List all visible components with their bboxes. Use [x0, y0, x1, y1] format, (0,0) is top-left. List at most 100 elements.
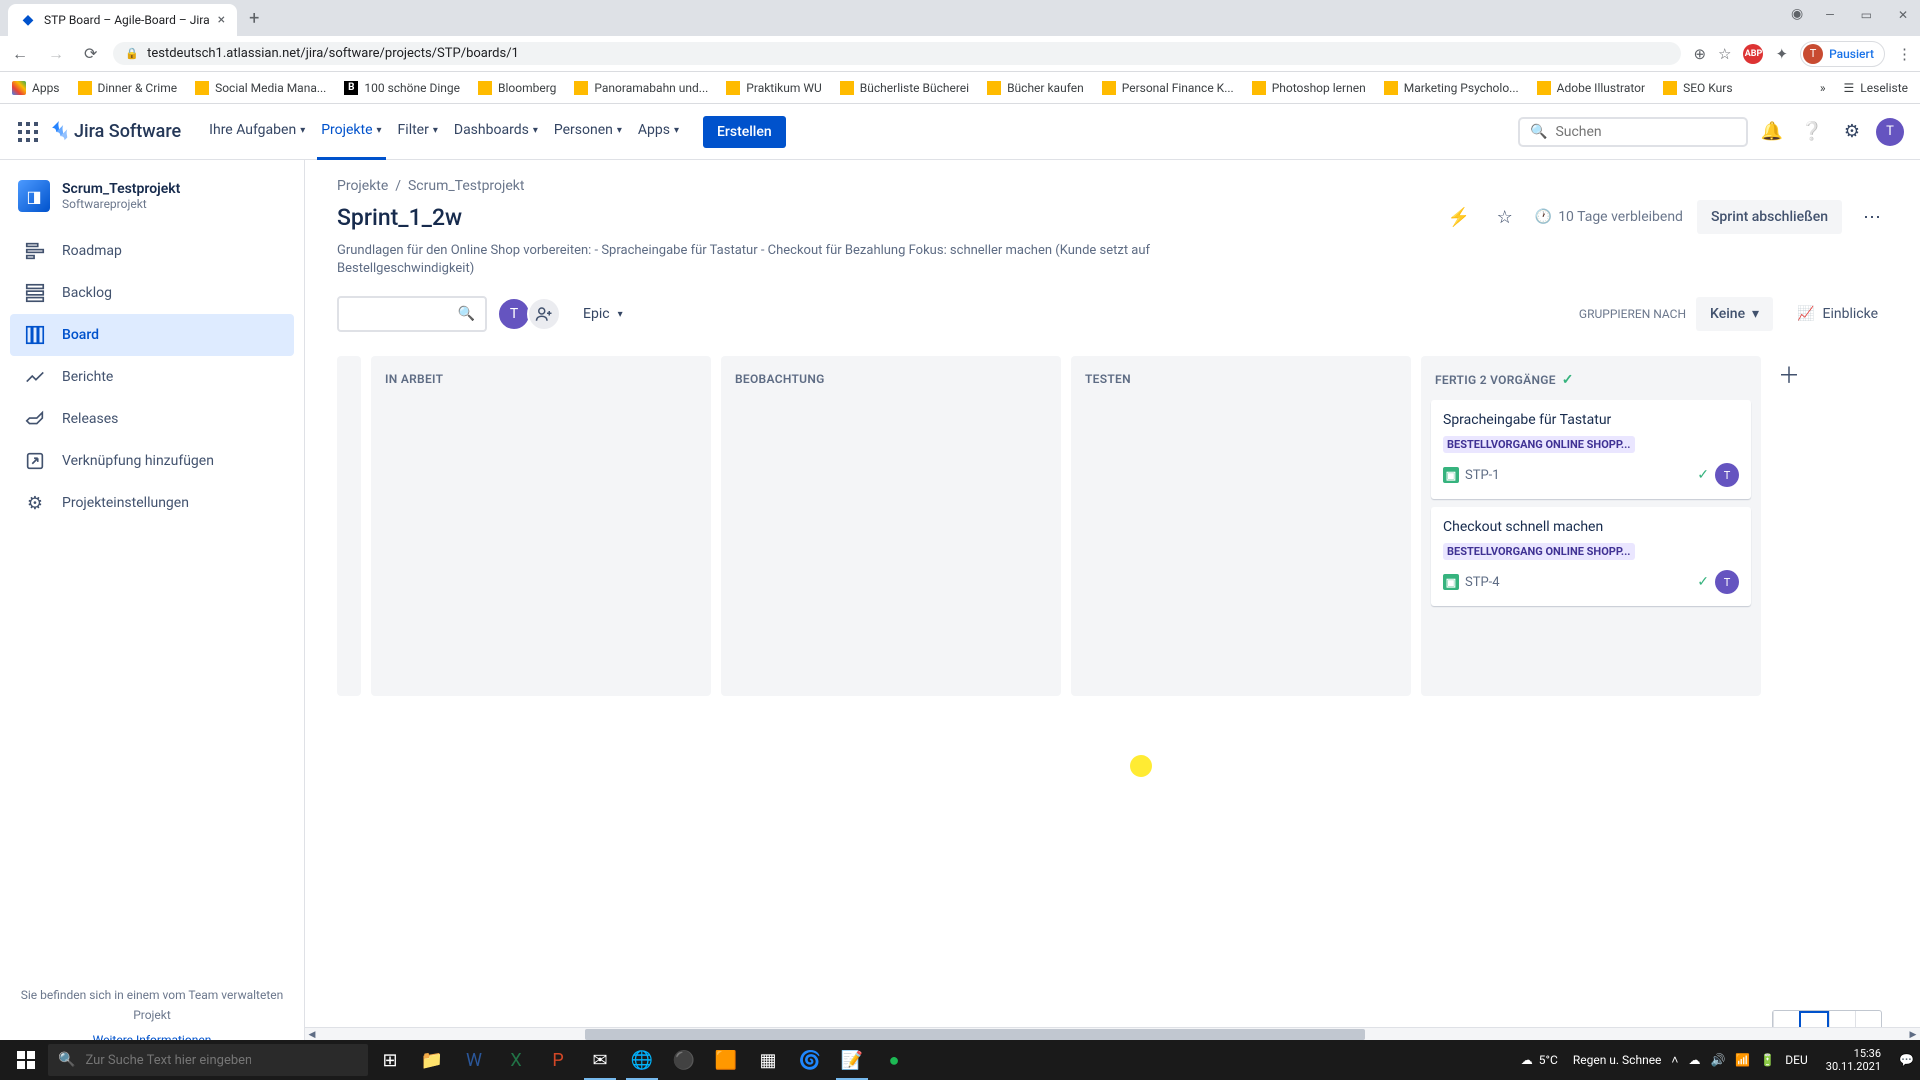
bookmark[interactable]: Social Media Mana... [195, 81, 326, 95]
apps-bookmark[interactable]: Apps [12, 81, 60, 95]
bookmark[interactable]: Bloomberg [478, 81, 556, 95]
help-icon[interactable]: ❔ [1796, 116, 1828, 148]
breadcrumb-project[interactable]: Scrum_Testprojekt [408, 178, 525, 194]
bookmark[interactable]: SEO Kurs [1663, 81, 1732, 95]
bookmark[interactable]: Personal Finance K... [1102, 81, 1234, 95]
bookmark[interactable]: Panoramabahn und... [574, 81, 708, 95]
board-column-beobachtung[interactable]: BEOBACHTUNG [721, 356, 1061, 696]
window-maximize-icon[interactable]: ▭ [1857, 6, 1876, 24]
app-icon[interactable]: ▦ [748, 1040, 788, 1080]
automation-icon[interactable]: ⚡ [1443, 201, 1475, 233]
edge-icon[interactable]: 🌀 [790, 1040, 830, 1080]
spotify-icon[interactable]: ● [874, 1040, 914, 1080]
windows-search[interactable]: 🔍 [48, 1044, 368, 1076]
star-icon[interactable]: ☆ [1718, 45, 1731, 63]
clock[interactable]: 15:36 30.11.2021 [1818, 1047, 1889, 1073]
bookmark[interactable]: Dinner & Crime [78, 81, 178, 95]
app-icon[interactable]: 🟧 [706, 1040, 746, 1080]
add-column-button[interactable]: ＋ [1771, 356, 1807, 392]
board-column-testen[interactable]: TESTEN [1071, 356, 1411, 696]
nav-your-work[interactable]: Ihre Aufgaben▾ [205, 104, 309, 160]
window-minimize-icon[interactable]: — [1821, 6, 1838, 24]
obs-icon[interactable]: ⚫ [664, 1040, 704, 1080]
bookmarks-overflow[interactable]: » [1820, 81, 1826, 95]
address-bar[interactable]: 🔒 testdeutsch1.atlassian.net/jira/softwa… [113, 42, 1681, 65]
weather-widget[interactable]: ☁5°C Regen u. Schnee [1521, 1053, 1662, 1067]
insights-button[interactable]: 📈Einblicke [1787, 300, 1888, 328]
sidebar-item-releases[interactable]: Releases [10, 398, 294, 440]
notifications-icon[interactable]: 🔔 [1756, 116, 1788, 148]
bookmark[interactable]: Photoshop lernen [1252, 81, 1366, 95]
complete-sprint-button[interactable]: Sprint abschließen [1697, 200, 1842, 234]
bookmark[interactable]: Marketing Psycholo... [1384, 81, 1519, 95]
assignee-avatar[interactable]: T [1715, 463, 1739, 487]
epic-filter[interactable]: Epic▾ [583, 306, 623, 322]
user-avatar[interactable]: T [1876, 118, 1904, 146]
project-header[interactable]: ◨ Scrum_Testprojekt Softwareprojekt [10, 180, 294, 230]
nav-apps[interactable]: Apps▾ [634, 104, 683, 160]
sidebar-item-backlog[interactable]: Backlog [10, 272, 294, 314]
tab-close-icon[interactable]: × [218, 12, 225, 28]
abp-extension-icon[interactable]: ABP [1743, 44, 1763, 64]
bookmark[interactable]: Praktikum WU [726, 81, 821, 95]
sidebar-item-board[interactable]: Board [10, 314, 294, 356]
bookmark[interactable]: Adobe Illustrator [1537, 81, 1645, 95]
issue-key[interactable]: STP-1 [1465, 468, 1691, 483]
language-indicator[interactable]: DEU [1785, 1053, 1807, 1067]
assignee-filter[interactable]: T [501, 297, 561, 331]
scrollbar-thumb[interactable] [585, 1029, 1365, 1040]
epic-badge[interactable]: BESTELLVORGANG ONLINE SHOPP... [1443, 543, 1635, 560]
app-switcher-icon[interactable] [16, 120, 40, 144]
sidebar-item-roadmap[interactable]: Roadmap [10, 230, 294, 272]
nav-projects[interactable]: Projekte▾ [317, 104, 385, 160]
nav-dashboards[interactable]: Dashboards▾ [450, 104, 542, 160]
notifications-tray-icon[interactable]: 💬 [1899, 1053, 1914, 1067]
mail-icon[interactable]: ✉ [580, 1040, 620, 1080]
tray-battery-icon[interactable]: 🔋 [1760, 1053, 1775, 1067]
board-search[interactable]: 🔍 [337, 296, 487, 332]
notepad-icon[interactable]: 📝 [832, 1040, 872, 1080]
issue-key[interactable]: STP-4 [1465, 575, 1691, 590]
more-actions-icon[interactable]: ⋯ [1856, 201, 1888, 233]
chrome-icon[interactable]: 🌐 [622, 1040, 662, 1080]
browser-back-icon[interactable]: ← [8, 40, 32, 68]
board-column-in-arbeit[interactable]: IN ARBEIT [371, 356, 711, 696]
assignee-avatar[interactable]: T [1715, 570, 1739, 594]
extensions-icon[interactable]: ✦ [1775, 45, 1788, 63]
browser-tab[interactable]: ◆ STP Board – Agile-Board – Jira × [8, 4, 237, 36]
tray-cloud-icon[interactable]: ☁ [1688, 1053, 1700, 1067]
profile-chip[interactable]: T Pausiert [1800, 41, 1885, 67]
new-tab-button[interactable]: + [249, 8, 259, 29]
tray-wifi-icon[interactable]: 📶 [1735, 1053, 1750, 1067]
task-view-icon[interactable]: ⊞ [370, 1040, 410, 1080]
assignee-avatar[interactable]: T [497, 297, 531, 331]
tray-volume-icon[interactable]: 🔊 [1710, 1053, 1725, 1067]
reading-list-button[interactable]: ☰ Leseliste [1844, 81, 1908, 95]
sidebar-item-add-link[interactable]: Verknüpfung hinzufügen [10, 440, 294, 482]
issue-card[interactable]: Checkout schnell machen BESTELLVORGANG O… [1431, 507, 1751, 606]
window-close-icon[interactable]: ✕ [1894, 6, 1912, 24]
zoom-icon[interactable]: ⊕ [1693, 45, 1706, 63]
add-assignee-icon[interactable] [527, 297, 561, 331]
powerpoint-icon[interactable]: P [538, 1040, 578, 1080]
search-input[interactable] [1555, 124, 1736, 140]
nav-people[interactable]: Personen▾ [550, 104, 626, 160]
sidebar-item-project-settings[interactable]: ⚙Projekteinstellungen [10, 482, 294, 524]
excel-icon[interactable]: X [496, 1040, 536, 1080]
settings-icon[interactable]: ⚙ [1836, 116, 1868, 148]
nav-filters[interactable]: Filter▾ [394, 104, 442, 160]
bookmark[interactable]: Bücher kaufen [987, 81, 1084, 95]
explorer-icon[interactable]: 📁 [412, 1040, 452, 1080]
board-column-fertig[interactable]: FERTIG 2 VORGÄNGE✓ Spracheingabe für Tas… [1421, 356, 1761, 696]
browser-menu-icon[interactable]: ⋮ [1897, 45, 1912, 63]
bookmark[interactable]: B100 schöne Dinge [344, 81, 460, 95]
jira-logo[interactable]: Jira Software [48, 121, 181, 143]
bookmark[interactable]: Bücherliste Bücherei [840, 81, 969, 95]
issue-card[interactable]: Spracheingabe für Tastatur BESTELLVORGAN… [1431, 400, 1751, 499]
word-icon[interactable]: W [454, 1040, 494, 1080]
breadcrumb-projects[interactable]: Projekte [337, 178, 388, 194]
start-button[interactable] [6, 1040, 46, 1080]
create-button[interactable]: Erstellen [703, 116, 786, 148]
group-by-select[interactable]: Keine ▾ [1696, 297, 1773, 331]
sidebar-item-reports[interactable]: Berichte [10, 356, 294, 398]
